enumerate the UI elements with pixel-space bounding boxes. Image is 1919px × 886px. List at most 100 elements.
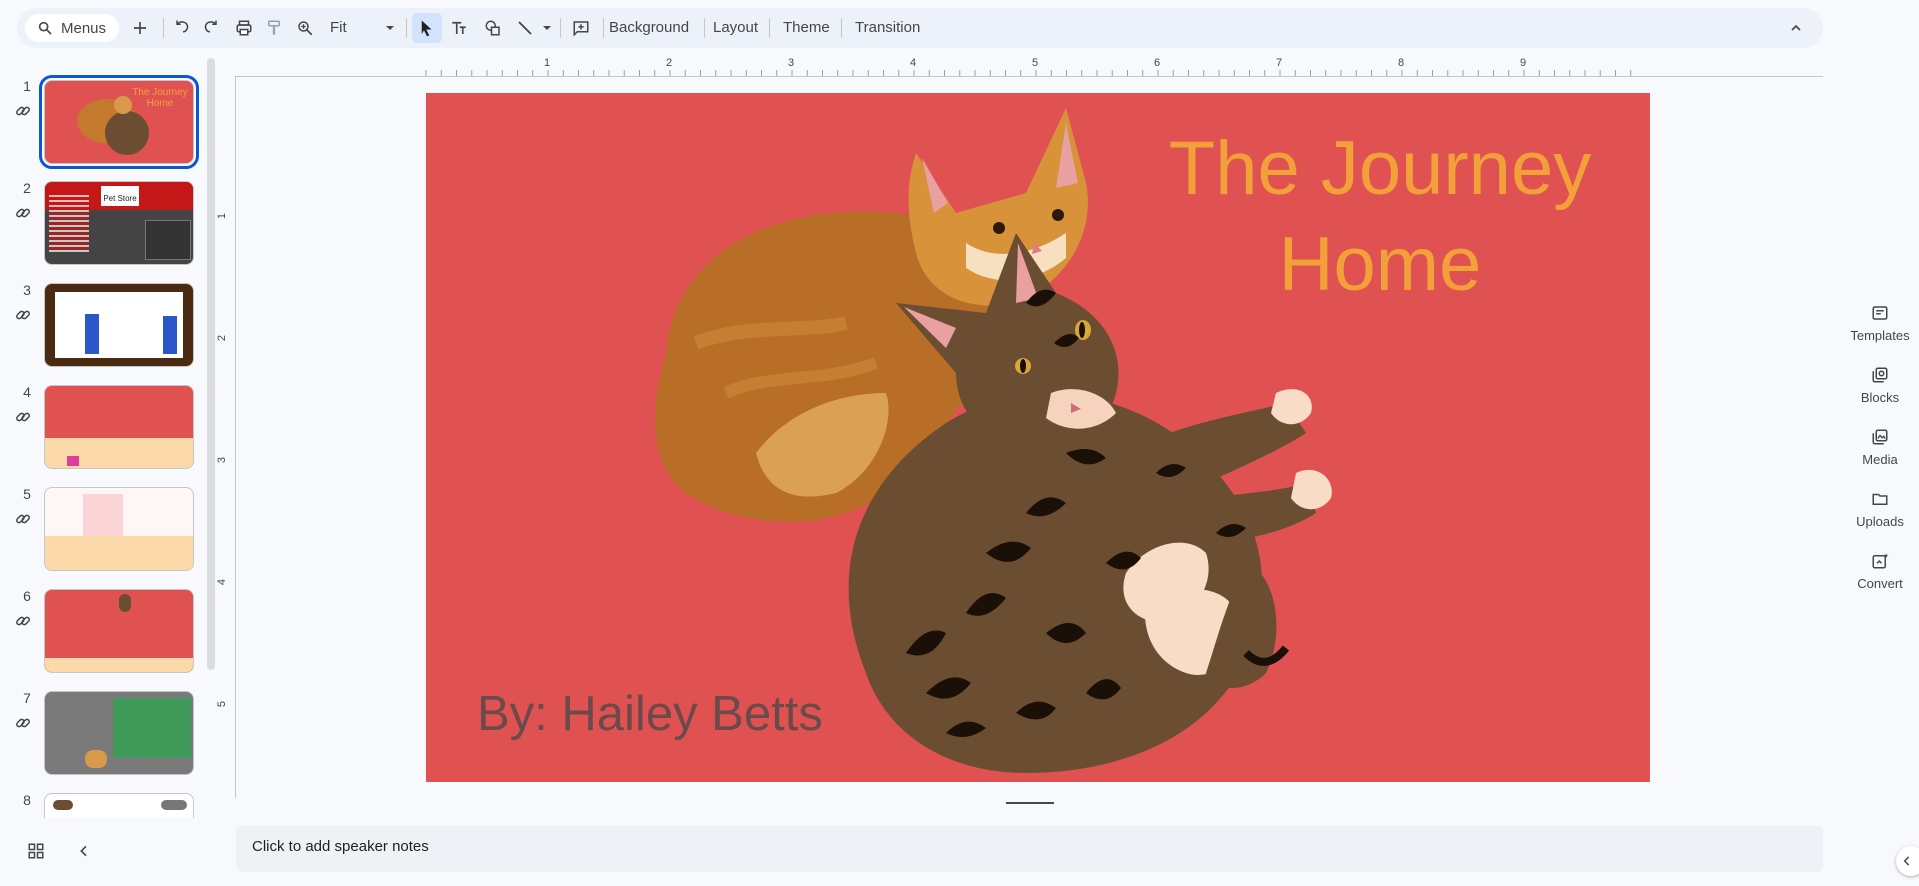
shapes-icon (485, 20, 500, 36)
slide-number: 4 (23, 384, 31, 400)
ruler-label: 1 (544, 57, 551, 69)
slide-thumbnail-6[interactable] (44, 589, 194, 673)
new-slide-button[interactable] (128, 16, 152, 40)
templates-icon (1872, 306, 1888, 320)
ruler-label: 4 (910, 57, 917, 69)
notes-resize-handle[interactable] (1006, 802, 1054, 804)
ruler-label: 7 (1276, 57, 1283, 69)
media-icon (1872, 429, 1888, 445)
theme-button[interactable]: Theme (783, 19, 830, 36)
blocks-icon (1872, 367, 1888, 383)
ruler-label: 5 (1032, 57, 1039, 69)
divider (704, 18, 705, 38)
layout-button[interactable]: Layout (713, 19, 758, 36)
convert-icon (1872, 553, 1889, 569)
plus-icon (134, 22, 146, 34)
slide-number: 7 (23, 690, 31, 706)
menus-search-button[interactable]: Menus (25, 14, 119, 42)
ruler-label: 6 (1154, 57, 1161, 69)
convert-button[interactable]: Convert (1844, 552, 1916, 591)
ruler-label: 2 (216, 334, 229, 342)
side-panel-toggle[interactable] (1896, 846, 1919, 876)
slide-title[interactable]: The Journey Home (1140, 121, 1620, 313)
ruler-label: 9 (1520, 57, 1527, 69)
ruler-label: 1 (216, 212, 229, 220)
ruler-label: 8 (1398, 57, 1405, 69)
print-button[interactable] (232, 16, 256, 40)
redo-button[interactable] (198, 16, 222, 40)
menus-label: Menus (61, 19, 107, 37)
uploads-button[interactable]: Uploads (1844, 490, 1916, 529)
chevron-left-icon (1903, 856, 1910, 866)
divider (603, 18, 604, 38)
link-icon (16, 412, 30, 422)
shape-button[interactable] (481, 16, 505, 40)
undo-button[interactable] (171, 16, 195, 40)
slide-thumbnail-5[interactable] (44, 487, 194, 571)
line-button[interactable] (513, 16, 537, 40)
slide-number: 5 (23, 486, 31, 502)
line-icon (518, 21, 532, 35)
insert-comment-button[interactable] (569, 16, 593, 40)
divider (560, 18, 561, 38)
chevron-left-icon[interactable] (76, 843, 92, 859)
link-icon (16, 616, 30, 626)
slide-thumbnail-2[interactable]: Pet Store (44, 181, 194, 265)
folder-icon (1872, 493, 1888, 505)
slide-thumbnail-8[interactable] (44, 793, 194, 818)
divider (163, 18, 164, 38)
link-icon (16, 310, 30, 320)
paint-format-button[interactable] (262, 16, 286, 40)
slide-number: 6 (23, 588, 31, 604)
horizontal-ruler[interactable]: 1 2 3 4 5 6 7 8 9 (236, 56, 1823, 77)
thumb-sign: Pet Store (101, 186, 139, 206)
ruler-label: 2 (666, 57, 673, 69)
link-icon (16, 106, 30, 116)
speaker-notes[interactable]: Click to add speaker notes (236, 826, 1823, 872)
zoom-select[interactable]: Fit (330, 19, 347, 36)
chevron-down-icon[interactable] (539, 20, 555, 36)
slide-thumbnail-3[interactable] (44, 283, 194, 367)
thumb-title: The Journey Home (132, 87, 188, 109)
media-label: Media (1862, 452, 1898, 467)
ruler-label: 4 (216, 578, 229, 586)
select-tool-button[interactable] (412, 13, 442, 43)
undo-icon (176, 20, 189, 33)
vertical-ruler[interactable]: 1 2 3 4 5 (215, 76, 236, 798)
slide-canvas[interactable]: The Journey Home By: Hailey Betts (426, 93, 1650, 782)
media-button[interactable]: Media (1844, 428, 1916, 467)
zoom-button[interactable] (293, 16, 317, 40)
slide-filmstrip: 1 The Journey Home 2 Pet Store 3 4 5 6 7… (0, 68, 210, 818)
speaker-notes-placeholder: Click to add speaker notes (252, 838, 429, 855)
blocks-label: Blocks (1860, 390, 1900, 405)
link-icon (16, 514, 30, 524)
ruler-label: 3 (216, 456, 229, 464)
ruler-label: 5 (216, 700, 229, 708)
slide-author[interactable]: By: Hailey Betts (477, 686, 823, 742)
slide-thumbnail-1[interactable]: The Journey Home (39, 75, 199, 169)
slide-number: 1 (23, 78, 31, 94)
transition-button[interactable]: Transition (855, 19, 920, 36)
uploads-label: Uploads (1856, 514, 1904, 529)
link-icon (16, 208, 30, 218)
divider (841, 18, 842, 38)
text-box-button[interactable] (447, 16, 471, 40)
text-icon (452, 21, 466, 34)
blocks-button[interactable]: Blocks (1844, 366, 1916, 405)
filmstrip-scrollbar[interactable] (207, 58, 215, 670)
grid-view-icon[interactable] (27, 842, 45, 860)
link-icon (16, 718, 30, 728)
ruler-label: 3 (788, 57, 795, 69)
toolbar: Menus Fit Background Layout Theme Transi… (17, 8, 1823, 48)
templates-button[interactable]: Templates (1844, 304, 1916, 343)
slide-number: 2 (23, 180, 31, 196)
slide-number: 3 (23, 282, 31, 298)
chevron-down-icon[interactable] (382, 20, 398, 36)
divider (406, 18, 407, 38)
slide-thumbnail-7[interactable] (44, 691, 194, 775)
slide-thumbnail-4[interactable] (44, 385, 194, 469)
comment-add-icon (573, 21, 589, 37)
chevron-up-icon[interactable] (1788, 20, 1804, 36)
background-button[interactable]: Background (609, 19, 689, 36)
slide-number: 8 (23, 792, 31, 808)
